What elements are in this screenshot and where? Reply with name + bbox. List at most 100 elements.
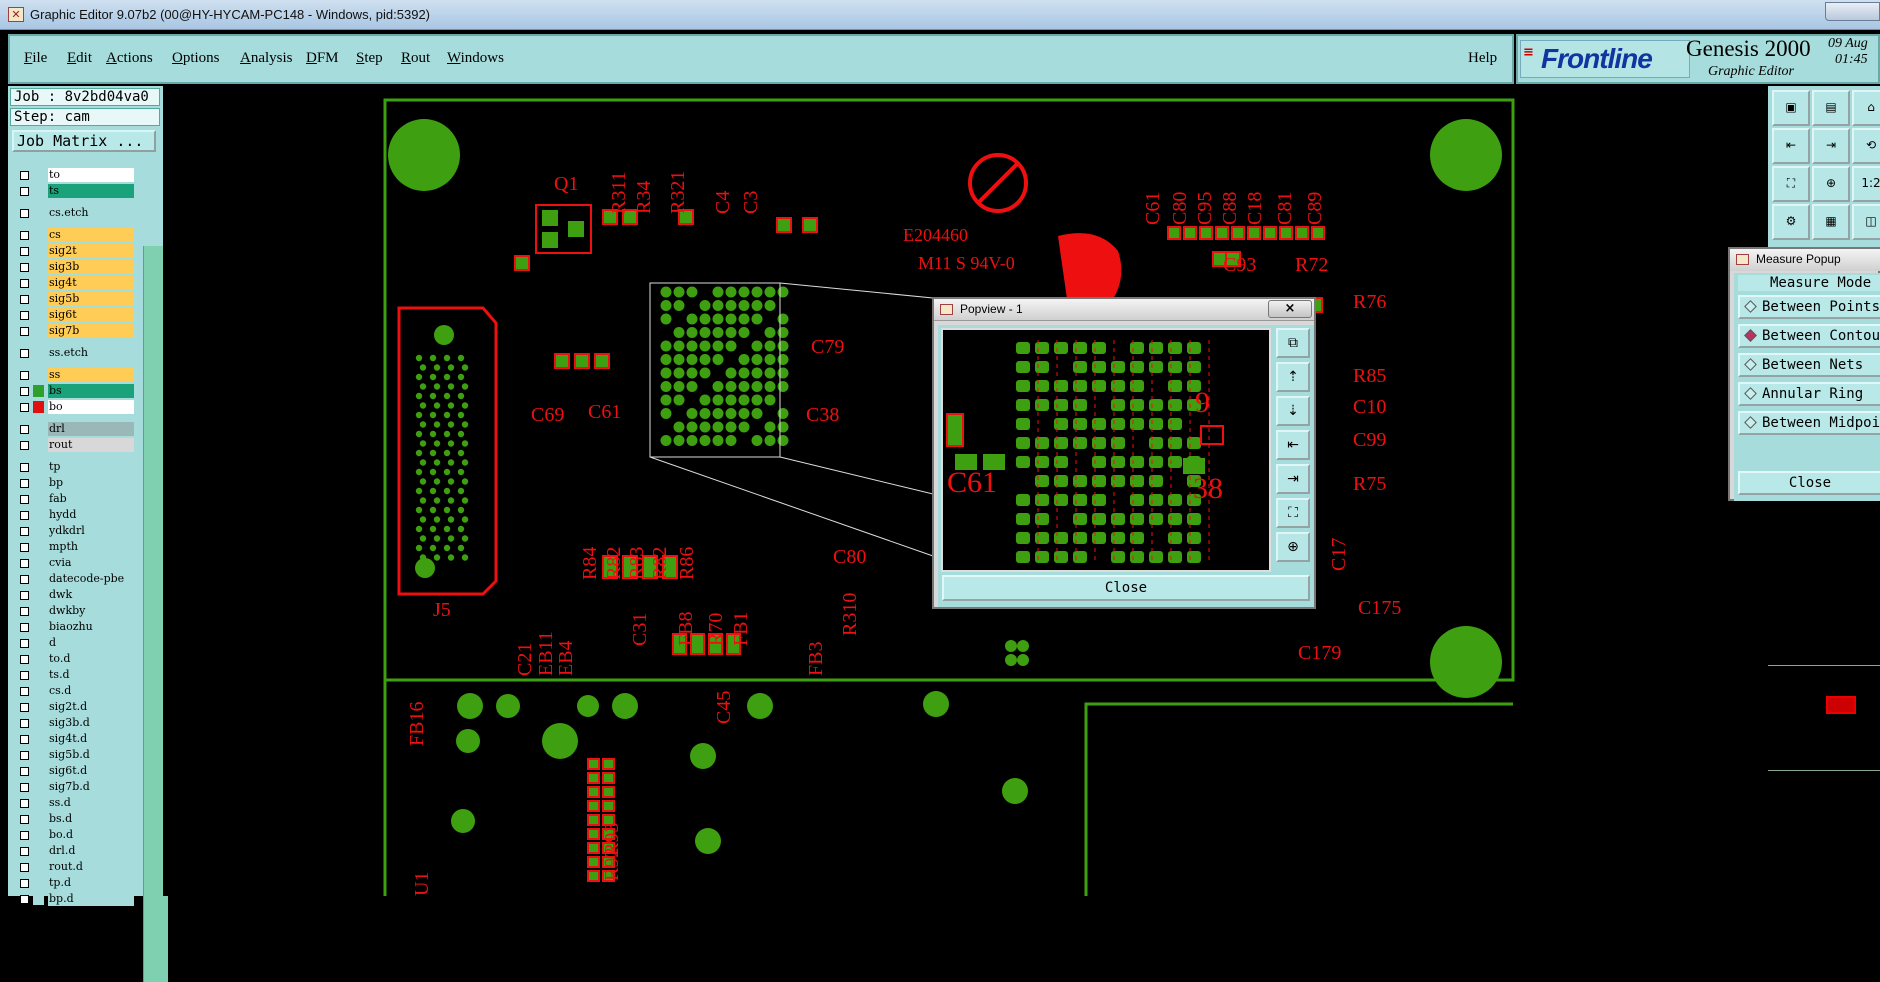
layer-color-swatch[interactable] (33, 589, 44, 601)
layer-name[interactable]: rout.d (48, 860, 134, 874)
measure-option-between-points[interactable]: Between Points (1738, 295, 1880, 319)
layer-checkbox[interactable] (20, 575, 29, 584)
layer-name[interactable]: sig3b (48, 260, 134, 274)
move-right-button[interactable]: ⇥ (1812, 128, 1850, 164)
layer-row-cvia[interactable]: cvia (14, 556, 139, 570)
layer-name[interactable]: sig2t.d (48, 700, 134, 714)
measure-option-between-midpoints[interactable]: Between Midpoints (1738, 411, 1880, 435)
move-left-button[interactable]: ⇤ (1276, 430, 1310, 460)
layer-checkbox[interactable] (20, 607, 29, 616)
layer-name[interactable]: cs (48, 228, 134, 242)
menu-help[interactable]: Help (1468, 50, 1497, 67)
layer-checkbox[interactable] (20, 543, 29, 552)
layer-checkbox[interactable] (20, 263, 29, 272)
menu-analysis[interactable]: Analysis (240, 50, 293, 67)
layer-checkbox[interactable] (20, 463, 29, 472)
layer-name[interactable]: tp.d (48, 876, 134, 890)
layer-row-sig5b[interactable]: sig5b (14, 292, 139, 306)
layer-checkbox[interactable] (20, 231, 29, 240)
layer-color-swatch[interactable] (33, 653, 44, 665)
layer-row-sig5b-d[interactable]: sig5b.d (14, 748, 139, 762)
layer-name[interactable]: ydkdrl (48, 524, 134, 538)
layer-name[interactable]: tp (48, 460, 134, 474)
layer-checkbox[interactable] (20, 655, 29, 664)
layer-checkbox[interactable] (20, 847, 29, 856)
layer-row-ss[interactable]: ss (14, 368, 139, 382)
layer-color-swatch[interactable] (33, 637, 44, 649)
layer-row-cs[interactable]: cs (14, 228, 139, 242)
layer-checkbox[interactable] (20, 879, 29, 888)
layer-name[interactable]: sig7b.d (48, 780, 134, 794)
layer-name[interactable]: bo.d (48, 828, 134, 842)
layer-color-swatch[interactable] (33, 701, 44, 713)
measure-popup-titlebar[interactable]: Measure Popup (1730, 249, 1880, 271)
measure-close-button[interactable]: Close (1738, 471, 1880, 495)
layer-name[interactable]: ss.d (48, 796, 134, 810)
layer-checkbox[interactable] (20, 403, 29, 412)
layer-checkbox[interactable] (20, 349, 29, 358)
layer-checkbox[interactable] (20, 311, 29, 320)
feature-button[interactable]: ⚙ (1772, 204, 1810, 240)
layer-name[interactable]: ss (48, 368, 134, 382)
layer-name[interactable]: cs.etch (48, 206, 134, 220)
layer-name[interactable]: biaozhu (48, 620, 134, 634)
layer-color-swatch[interactable] (33, 573, 44, 585)
layer-row-d[interactable]: d (14, 636, 139, 650)
layer-name[interactable]: sig5b (48, 292, 134, 306)
layer-checkbox[interactable] (20, 767, 29, 776)
window-titlebar[interactable]: ✕ Graphic Editor 9.07b2 (00@HY-HYCAM-PC1… (0, 0, 1880, 30)
popview-titlebar[interactable]: Popview - 1 × (934, 299, 1314, 321)
layer-checkbox[interactable] (20, 247, 29, 256)
menu-dfm[interactable]: DFM (306, 50, 339, 67)
measure-option-between-nets[interactable]: Between Nets (1738, 353, 1880, 377)
layer-row-rout[interactable]: rout (14, 438, 139, 452)
layer-checkbox[interactable] (20, 863, 29, 872)
layer-row-ss-etch[interactable]: ss.etch (14, 346, 139, 360)
layer-color-swatch[interactable] (33, 207, 44, 219)
layer-name[interactable]: ts (48, 184, 134, 198)
layer-color-swatch[interactable] (33, 781, 44, 793)
layer-checkbox[interactable] (20, 371, 29, 380)
move-left-button[interactable]: ⇤ (1772, 128, 1810, 164)
layer-row-bo-d[interactable]: bo.d (14, 828, 139, 842)
layer-color-swatch[interactable] (33, 493, 44, 505)
popview-canvas[interactable]: C61 38 9 (941, 328, 1271, 572)
layer-row-sig2t[interactable]: sig2t (14, 244, 139, 258)
layer-checkbox[interactable] (20, 895, 29, 904)
layer-color-swatch[interactable] (33, 525, 44, 537)
layer-row-bp[interactable]: bp (14, 476, 139, 490)
layer-color-swatch[interactable] (33, 717, 44, 729)
window-minimize-button[interactable] (1825, 2, 1880, 21)
layer-checkbox[interactable] (20, 527, 29, 536)
layer-checkbox[interactable] (20, 687, 29, 696)
layer-color-swatch[interactable] (33, 765, 44, 777)
layer-name[interactable]: sig2t (48, 244, 134, 258)
home-button[interactable]: ⌂ (1852, 90, 1880, 126)
layer-color-swatch[interactable] (33, 185, 44, 197)
layer-checkbox[interactable] (20, 187, 29, 196)
layer-name[interactable]: to (48, 168, 134, 182)
layer-checkbox[interactable] (20, 783, 29, 792)
layer-checkbox[interactable] (20, 479, 29, 488)
layer-color-swatch[interactable] (33, 347, 44, 359)
layer-checkbox[interactable] (20, 495, 29, 504)
layers-button[interactable]: ◫ (1852, 204, 1880, 240)
layer-name[interactable]: mpth (48, 540, 134, 554)
layer-row-sig3b[interactable]: sig3b (14, 260, 139, 274)
layer-color-swatch[interactable] (33, 369, 44, 381)
menu-options[interactable]: Options (172, 50, 220, 67)
layer-name[interactable]: sig6t.d (48, 764, 134, 778)
layer-row-to[interactable]: to (14, 168, 139, 182)
layer-name[interactable]: cvia (48, 556, 134, 570)
zoom-down-button[interactable]: ⇣ (1276, 396, 1310, 426)
layer-name[interactable]: bp.d (48, 892, 134, 906)
layer-name[interactable]: drl (48, 422, 134, 436)
layer-name[interactable]: bp (48, 476, 134, 490)
layer-row-mpth[interactable]: mpth (14, 540, 139, 554)
layer-row-cs-etch[interactable]: cs.etch (14, 206, 139, 220)
menu-edit[interactable]: Edit (67, 50, 92, 67)
layer-row-tp-d[interactable]: tp.d (14, 876, 139, 890)
layer-color-swatch[interactable] (33, 385, 44, 397)
layer-color-swatch[interactable] (33, 605, 44, 617)
layer-color-swatch[interactable] (33, 325, 44, 337)
